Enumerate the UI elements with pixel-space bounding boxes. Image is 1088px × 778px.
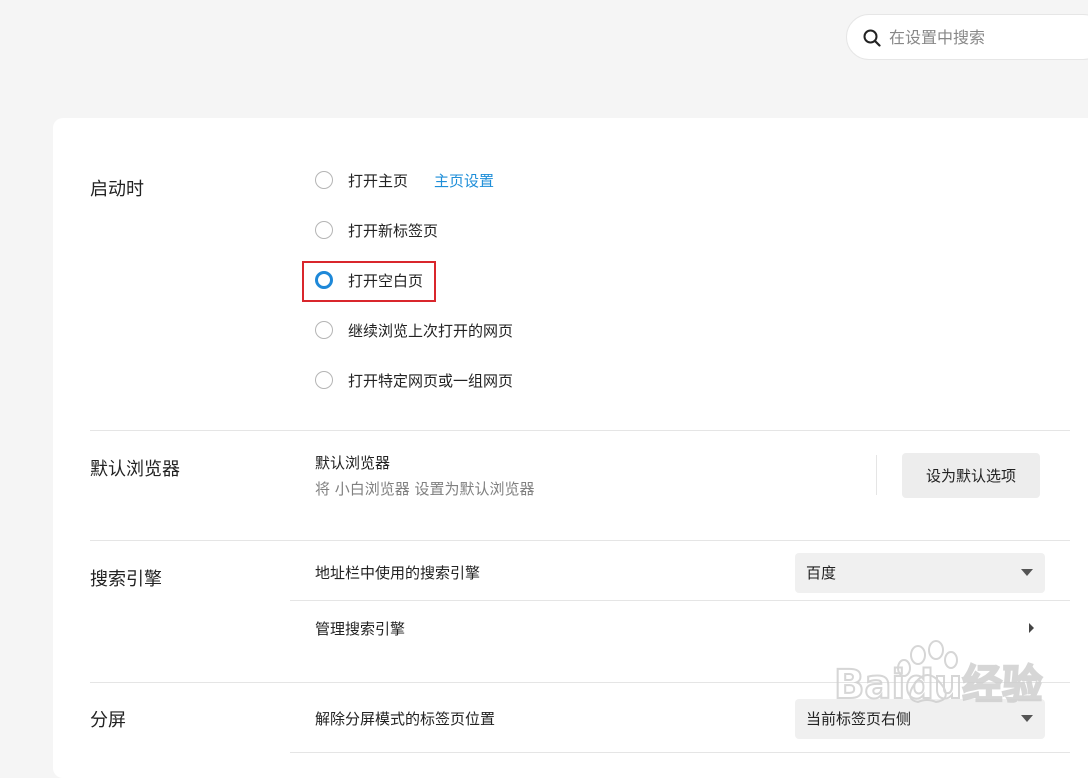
section-title-default-browser: 默认浏览器 <box>90 459 180 480</box>
section-title-search-engine: 搜索引擎 <box>90 569 162 590</box>
search-input[interactable] <box>889 15 1088 59</box>
startup-option-continue[interactable]: 继续浏览上次打开的网页 <box>315 318 513 342</box>
option-label: 打开主页 <box>348 171 409 190</box>
section-divider <box>90 430 1070 431</box>
baidu-jingyan-watermark: Baidu经验 <box>833 640 1043 709</box>
address-bar-engine-label: 地址栏中使用的搜索引擎 <box>315 564 481 582</box>
startup-option-blank-page[interactable]: 打开空白页 <box>315 268 423 292</box>
option-label: 打开新标签页 <box>348 221 439 240</box>
caret-down-icon <box>1021 569 1033 576</box>
startup-option-specific-pages[interactable]: 打开特定网页或一组网页 <box>315 368 513 392</box>
section-divider <box>90 540 1070 541</box>
row-divider <box>290 600 1070 601</box>
settings-search[interactable] <box>846 14 1088 60</box>
startup-option-home[interactable]: 打开主页 主页设置 <box>315 168 494 192</box>
startup-option-new-tab[interactable]: 打开新标签页 <box>315 218 438 242</box>
radio-button[interactable] <box>315 371 333 389</box>
default-browser-heading: 默认浏览器 <box>315 454 391 472</box>
option-label: 打开特定网页或一组网页 <box>348 371 514 390</box>
radio-button[interactable] <box>315 321 333 339</box>
section-title-split-screen: 分屏 <box>90 710 126 731</box>
vertical-separator <box>876 455 877 495</box>
search-engine-select[interactable]: 百度 <box>795 553 1045 593</box>
row-divider <box>290 752 1070 753</box>
section-title-startup: 启动时 <box>90 179 144 200</box>
split-tab-position-label: 解除分屏模式的标签页位置 <box>315 710 496 728</box>
radio-button-selected[interactable] <box>315 271 333 289</box>
default-browser-description: 将 小白浏览器 设置为默认浏览器 <box>315 480 535 498</box>
radio-button[interactable] <box>315 171 333 189</box>
search-icon <box>863 29 881 47</box>
option-label: 打开空白页 <box>348 271 424 290</box>
chevron-right-icon[interactable] <box>1028 621 1036 635</box>
selected-value: 百度 <box>806 564 837 582</box>
manage-search-engines-label[interactable]: 管理搜索引擎 <box>315 618 405 639</box>
radio-button[interactable] <box>315 221 333 239</box>
homepage-settings-link[interactable]: 主页设置 <box>434 170 494 191</box>
set-default-button[interactable]: 设为默认选项 <box>902 453 1040 498</box>
svg-text:Baidu经验: Baidu经验 <box>834 662 1042 708</box>
option-label: 继续浏览上次打开的网页 <box>348 321 514 340</box>
